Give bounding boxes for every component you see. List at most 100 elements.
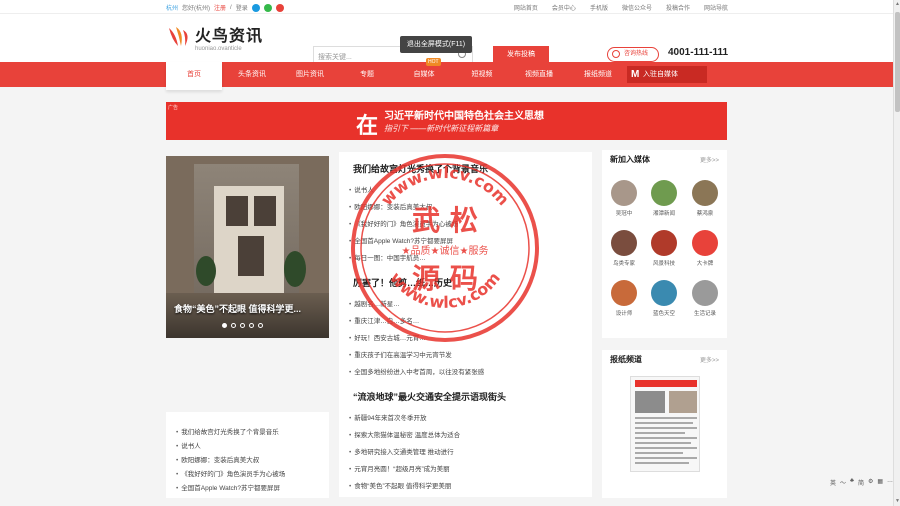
service-hotline[interactable]: 咨询热线 <box>607 47 659 62</box>
ime-settings-icon[interactable]: ⚙ <box>868 478 873 487</box>
media-item[interactable]: 蔡鸿泉 <box>690 180 720 217</box>
top-bar-left: 杭州 您好(杭州) 注册 / 登录 <box>166 3 284 12</box>
ime-toolbar: 英 〜 ♣ 简 ⚙ ▦ … <box>830 478 893 487</box>
scroll-down-icon[interactable]: ▼ <box>895 499 900 504</box>
news-headline[interactable]: 厉害了！他剪…纸…历史 <box>353 276 452 289</box>
list-item[interactable]: 《我好好的门》角色演员手为心被场 <box>176 468 285 478</box>
join-label: 入驻自媒体 <box>643 71 678 78</box>
top-bar-links: 网站首页 会员中心 手机版 微信公众号 投稿合作 网站导航 <box>514 3 728 12</box>
nav-we-media[interactable]: 自媒体 <box>398 62 450 87</box>
news-item[interactable]: 元宵月亮圆！“超级月亮”成为美丽 <box>349 463 449 473</box>
media-name: 蓝色天空 <box>652 311 675 317</box>
nav-newspaper[interactable]: 报纸频道 <box>572 62 624 87</box>
media-name: 蔡鸿泉 <box>696 211 714 217</box>
headset-icon <box>612 50 620 58</box>
nav-short-video[interactable]: 短视频 <box>456 62 508 87</box>
media-item[interactable]: 设计师 <box>609 280 639 317</box>
news-item[interactable]: 探索大熊猫体温秘密 温度总体为适合 <box>349 429 460 439</box>
toplink-home[interactable]: 网站首页 <box>514 3 538 12</box>
nav-headlines[interactable]: 头条资讯 <box>226 62 278 87</box>
main-nav: 首页 头条资讯 图片资讯 专题 自媒体 HOT 短视频 视频直播 报纸频道 M … <box>0 58 893 90</box>
list-item[interactable]: 欧阳娜娜：变装后真美大叔 <box>176 454 259 464</box>
location-label: 您好(杭州) <box>182 6 211 12</box>
news-headline[interactable]: 我们给故宫灯光秀换了个背景音乐 <box>353 162 488 175</box>
news-item[interactable]: 食物“美色”不起眼 值得科学更美丽 <box>349 480 451 490</box>
news-item[interactable]: 新疆94年来首次冬季开放 <box>349 412 426 422</box>
slider-dot[interactable] <box>222 323 227 328</box>
media-item[interactable]: 风景科技 <box>649 230 679 267</box>
top-bar: 杭州 您好(杭州) 注册 / 登录 网站首页 会员中心 手机版 微信公众号 投稿… <box>0 0 900 14</box>
media-item[interactable]: 吴冠中 <box>609 180 639 217</box>
more-link[interactable]: 更多>> <box>700 155 719 164</box>
slider-dot[interactable] <box>258 323 263 328</box>
join-we-media-button[interactable]: M 入驻自媒体 <box>627 66 707 83</box>
more-link[interactable]: 更多>> <box>700 355 719 364</box>
list-item[interactable]: 说书人 <box>176 440 201 450</box>
nav-home[interactable]: 首页 <box>166 62 222 90</box>
media-name: 风景科技 <box>652 261 675 267</box>
media-item[interactable]: 鸟类专家 <box>609 230 639 267</box>
slider-dot[interactable] <box>231 323 236 328</box>
register-link[interactable]: 注册 <box>214 3 226 12</box>
media-item[interactable]: 生活记录 <box>690 280 720 317</box>
news-item[interactable]: 多地研究接入交通类管理 推动进行 <box>349 446 453 456</box>
nav-we-media-label: 自媒体 <box>413 71 435 78</box>
media-item[interactable]: 湘潭新闻 <box>649 180 679 217</box>
nav-photos[interactable]: 图片资讯 <box>284 62 336 87</box>
avatar <box>651 180 677 206</box>
media-name: 吴冠中 <box>615 211 633 217</box>
ime-more-icon[interactable]: … <box>887 478 893 487</box>
nav-live[interactable]: 视频直播 <box>512 62 566 87</box>
news-item[interactable]: 《我好好的门》角色演员手为心被场 <box>349 218 458 228</box>
m-logo-icon: M <box>631 69 640 80</box>
toplink-wechat[interactable]: 微信公众号 <box>622 3 652 12</box>
ime-simplified-icon[interactable]: 简 <box>858 478 864 487</box>
hot-badge: HOT <box>426 58 441 66</box>
slide-caption[interactable]: 食物“美色”不起眼 值得科学更... <box>174 302 301 315</box>
banner-title: 习近平新时代中国特色社会主义思想 <box>384 111 544 122</box>
media-name: 生活记录 <box>693 311 716 317</box>
news-item[interactable]: 好玩！西安古城…元宵… <box>349 332 426 342</box>
scroll-thumb[interactable] <box>895 12 900 112</box>
ime-skin-icon[interactable]: ♣ <box>850 478 854 487</box>
logo-title: 火鸟资讯 <box>195 28 264 45</box>
media-item[interactable]: 大卡牌 <box>690 230 720 267</box>
ad-banner[interactable]: 广告 在 习近平新时代中国特色社会主义思想 指引下 ——新时代新征程新篇章 <box>166 102 727 140</box>
slider-dot[interactable] <box>240 323 245 328</box>
city-label[interactable]: 杭州 <box>166 3 178 12</box>
newspaper-thumbnail[interactable] <box>630 376 700 472</box>
news-headline[interactable]: “流浪地球”最火交通安全提示语现街头 <box>353 390 506 403</box>
media-item[interactable]: 蓝色天空 <box>649 280 679 317</box>
list-item[interactable]: 全国首Apple Watch?苏宁都要屏屏 <box>176 482 280 492</box>
news-item[interactable]: 重庆江津…白…多名… <box>349 315 419 325</box>
news-item[interactable]: 全国首Apple Watch?苏宁都要屏屏 <box>349 235 453 245</box>
image-slider[interactable]: 食物“美色”不起眼 值得科学更... <box>166 156 329 338</box>
login-link[interactable]: 登录 <box>236 3 248 12</box>
new-media-panel: 新加入媒体 更多>> 吴冠中 湘潭新闻 蔡鸿泉 鸟类专家 风景科技 大卡牌 设计… <box>602 150 727 338</box>
toplink-mobile[interactable]: 手机版 <box>590 3 608 12</box>
news-item[interactable]: 越剧名…新星… <box>349 298 400 308</box>
ad-tag: 广告 <box>168 105 179 111</box>
page-scrollbar[interactable]: ▲ ▼ <box>893 0 900 506</box>
phone-number: 4001-111-111 <box>668 47 729 58</box>
news-item[interactable]: 重庆孩子们在高温学习中元宵节发 <box>349 349 452 359</box>
news-item[interactable]: 欧阳娜娜：变装后真美大叔 <box>349 201 432 211</box>
ime-mode-icon[interactable]: 〜 <box>840 478 846 487</box>
weibo-icon[interactable] <box>275 3 284 12</box>
toplink-contribute[interactable]: 投稿合作 <box>666 3 690 12</box>
scroll-up-icon[interactable]: ▲ <box>895 2 900 7</box>
toplink-member[interactable]: 会员中心 <box>552 3 576 12</box>
toplink-sitemap[interactable]: 网站导航 <box>704 3 728 12</box>
qq-icon[interactable] <box>251 3 260 12</box>
nav-topics[interactable]: 专题 <box>342 62 392 87</box>
news-item[interactable]: 每日一图：中国宇航员… <box>349 252 426 262</box>
news-item[interactable]: 全国多地纷纷进入中考首周，以往没有紧张感 <box>349 366 484 376</box>
ime-lang-icon[interactable]: 英 <box>830 478 836 487</box>
slider-dot[interactable] <box>249 323 254 328</box>
news-item[interactable]: 说书人 <box>349 184 374 194</box>
site-logo[interactable]: 火鸟资讯 huoniao.ovanticle <box>166 22 263 52</box>
ime-keyboard-icon[interactable]: ▦ <box>877 478 883 487</box>
avatar <box>611 280 637 306</box>
wechat-icon[interactable] <box>263 3 272 12</box>
list-item[interactable]: 我们给故宫灯光秀换了个背景音乐 <box>176 426 279 436</box>
